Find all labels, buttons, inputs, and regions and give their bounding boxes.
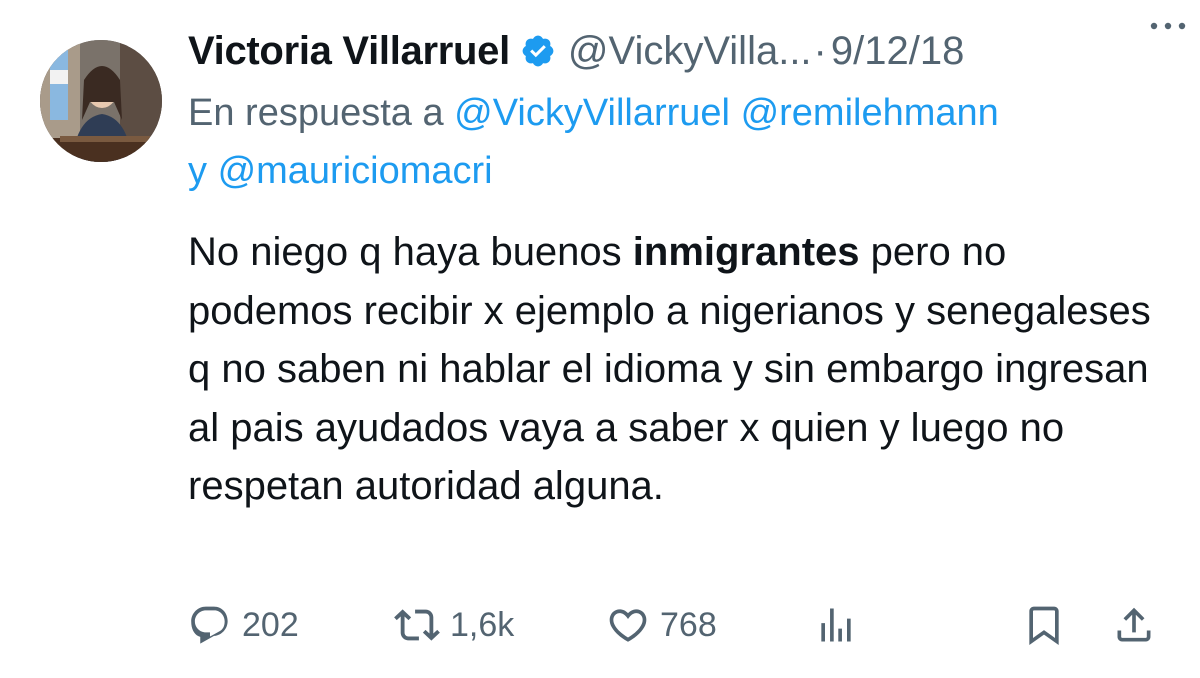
- action-bar: 202 1,6k 768: [188, 598, 1178, 652]
- mention-link[interactable]: @remilehmann: [741, 92, 999, 134]
- retweet-count: 1,6k: [450, 605, 515, 644]
- views-button[interactable]: [814, 598, 858, 652]
- reply-prefix: En respuesta a: [188, 92, 444, 134]
- tweet-header: Victoria Villarruel @VickyVilla... · 9/1…: [188, 26, 1173, 76]
- mention-link[interactable]: @VickyVillarruel: [454, 92, 730, 134]
- tweet-date[interactable]: 9/12/18: [831, 29, 964, 74]
- like-button[interactable]: 768: [606, 598, 717, 652]
- bookmark-button[interactable]: [1022, 598, 1066, 652]
- mention-joiner: y: [188, 150, 207, 192]
- reply-count: 202: [242, 605, 299, 644]
- like-icon: [606, 603, 650, 647]
- avatar[interactable]: [40, 40, 162, 162]
- verified-badge-icon: [520, 33, 556, 69]
- share-icon: [1112, 603, 1156, 647]
- bookmark-icon: [1022, 603, 1066, 647]
- like-count: 768: [660, 605, 717, 644]
- retweet-icon: [394, 602, 440, 648]
- tweet-text-bold: inmigrantes: [632, 230, 860, 274]
- retweet-button[interactable]: 1,6k: [394, 598, 514, 652]
- views-icon: [814, 603, 858, 647]
- separator-dot: ·: [813, 28, 827, 73]
- reply-button[interactable]: 202: [188, 598, 299, 652]
- tweet-text: No niego q haya buenos inmigrantes pero …: [188, 223, 1178, 516]
- display-name[interactable]: Victoria Villarruel: [188, 29, 510, 74]
- share-button[interactable]: [1112, 598, 1156, 652]
- more-options-icon[interactable]: [1144, 8, 1192, 44]
- reply-context: En respuesta a @VickyVillarruel @remileh…: [188, 84, 1178, 200]
- handle[interactable]: @VickyVilla...: [568, 29, 812, 74]
- reply-icon: [188, 603, 232, 647]
- tweet-text-part: No niego q haya buenos: [188, 230, 633, 274]
- mention-link[interactable]: @mauriciomacri: [218, 150, 493, 192]
